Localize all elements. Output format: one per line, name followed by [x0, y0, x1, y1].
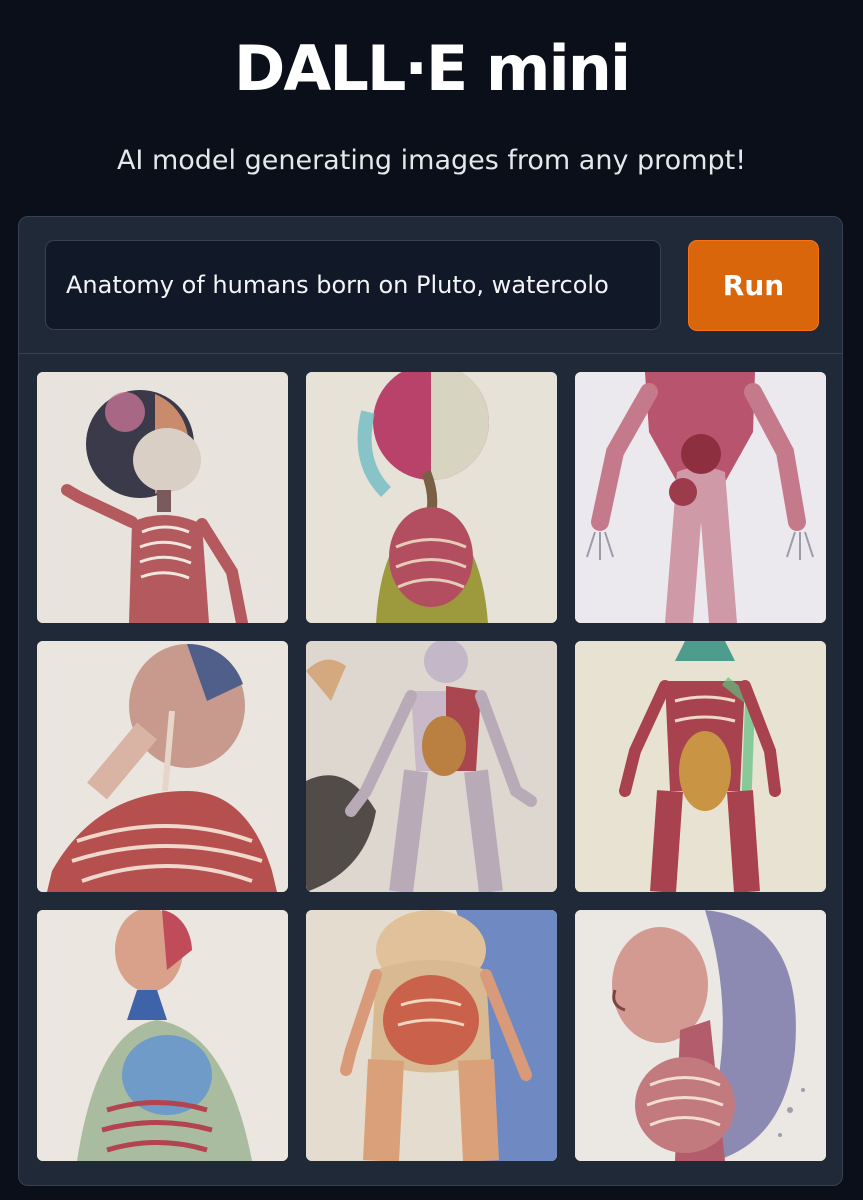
page-title: DALL·E mini [233, 32, 631, 105]
page-subtitle: AI model generating images from any prom… [116, 145, 747, 176]
generated-image-3[interactable] [575, 372, 826, 623]
prompt-row: Run [19, 217, 842, 354]
generated-image-9[interactable] [575, 910, 826, 1161]
generated-image-6[interactable] [575, 641, 826, 892]
generated-image-1[interactable] [37, 372, 288, 623]
run-button[interactable]: Run [688, 240, 819, 331]
generated-image-7[interactable] [37, 910, 288, 1161]
generated-image-5[interactable] [306, 641, 557, 892]
image-gallery [37, 372, 827, 1162]
generated-image-2[interactable] [306, 372, 557, 623]
generator-panel: Run [18, 216, 843, 1186]
prompt-input[interactable] [45, 240, 661, 330]
generated-image-4[interactable] [37, 641, 288, 892]
generated-image-8[interactable] [306, 910, 557, 1161]
